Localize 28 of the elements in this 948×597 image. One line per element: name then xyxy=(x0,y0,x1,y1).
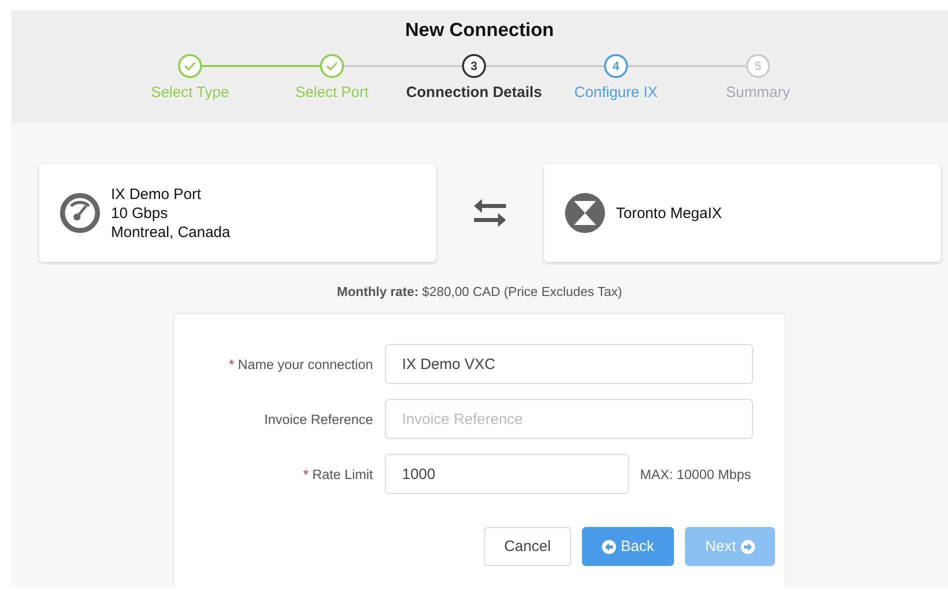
swap-arrows-icon xyxy=(472,198,508,228)
step-indicator: 3 xyxy=(462,54,486,78)
step-label: Summary xyxy=(726,84,790,101)
plain-button[interactable]: Cancel xyxy=(484,527,571,566)
port-name: IX Demo Port xyxy=(111,184,202,204)
input-field[interactable]: IX Demo VXC xyxy=(385,344,753,384)
input-field[interactable]: Invoice Reference xyxy=(385,399,753,439)
arrow-right-icon xyxy=(741,540,755,554)
field-hint: MAX: 10000 Mbps xyxy=(640,466,752,482)
check-icon xyxy=(326,61,338,71)
step-label: Select Type xyxy=(150,84,230,101)
field-label: Invoice Reference xyxy=(263,412,374,426)
port-location: Montreal, Canada xyxy=(111,222,230,242)
field-label: * Rate Limit xyxy=(302,466,374,482)
gauge-icon xyxy=(59,192,101,234)
monthly-rate: Monthly rate: $280,00 CAD (Price Excludes Tax) xyxy=(336,284,622,299)
exchange-name: Toronto MegaIX xyxy=(616,204,722,222)
field-label: * Name your connection xyxy=(228,356,374,372)
step-label: Select Port xyxy=(295,84,369,101)
dialog-title: New Connection xyxy=(405,20,554,42)
check-icon xyxy=(184,61,196,71)
port-speed: 10 Gbps xyxy=(111,204,169,222)
input-field[interactable]: 1000 xyxy=(385,454,629,494)
step-label: Configure IX xyxy=(574,84,658,101)
step-indicator: 4 xyxy=(604,54,628,78)
step-label: Connection Details xyxy=(406,84,542,101)
hourglass-circle-icon xyxy=(564,192,606,234)
arrow-left-icon xyxy=(602,540,616,554)
